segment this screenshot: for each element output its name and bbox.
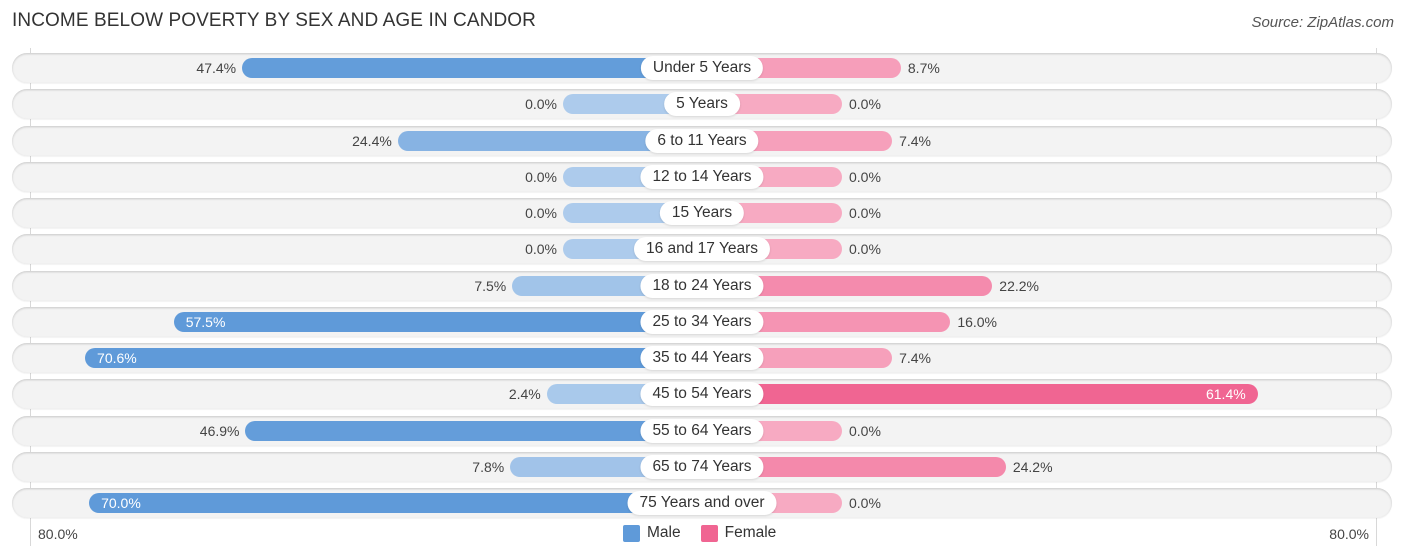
- female-value-label: 0.0%: [849, 205, 881, 221]
- female-value-label: 0.0%: [849, 422, 881, 439]
- female-value-label: 22.2%: [999, 277, 1039, 294]
- female-value-label: 61.4%: [1205, 386, 1246, 403]
- category-label: 45 to 54 Years: [640, 382, 764, 407]
- legend-swatch-female: [700, 524, 718, 542]
- category-label: 6 to 11 Years: [645, 128, 759, 153]
- category-label: 16 and 17 Years: [633, 237, 771, 262]
- male-bar[interactable]: [245, 420, 702, 441]
- female-value-label: 8.7%: [907, 60, 940, 76]
- chart-title: INCOME BELOW POVERTY BY SEX AND AGE IN C…: [12, 10, 536, 31]
- female-value-label: 0.0%: [849, 96, 881, 113]
- male-value-label: 7.8%: [472, 458, 505, 475]
- male-bar[interactable]: [242, 58, 702, 78]
- category-label: Under 5 Years: [640, 56, 764, 80]
- source-credit: Source: ZipAtlas.com: [1251, 14, 1394, 31]
- male-value-label: 2.4%: [508, 386, 541, 403]
- category-label: 25 to 34 Years: [640, 309, 764, 334]
- legend-item-male[interactable]: Male: [623, 524, 681, 542]
- female-value-label: 24.2%: [1012, 458, 1053, 475]
- male-bar[interactable]: [89, 493, 702, 513]
- legend-swatch-male: [623, 524, 640, 542]
- female-bar[interactable]: [702, 384, 1258, 405]
- legend-label-female: Female: [724, 524, 777, 541]
- category-label: 5 Years: [664, 92, 740, 117]
- male-value-label: 57.5%: [185, 313, 226, 330]
- female-value-label: 0.0%: [849, 495, 881, 511]
- right-axis-label: 80.0%: [1329, 526, 1369, 542]
- category-label: 75 Years and over: [627, 491, 777, 515]
- male-value-label: 0.0%: [525, 96, 557, 113]
- category-label: 18 to 24 Years: [640, 273, 764, 298]
- legend-label-male: Male: [647, 524, 681, 541]
- male-value-label: 70.6%: [97, 350, 137, 366]
- male-value-label: 70.0%: [101, 495, 141, 511]
- female-value-label: 16.0%: [957, 313, 998, 330]
- legend: Male Female: [623, 524, 796, 542]
- male-value-label: 0.0%: [525, 205, 557, 221]
- male-value-label: 7.5%: [474, 277, 507, 294]
- male-value-label: 47.4%: [196, 60, 237, 76]
- male-bar[interactable]: [173, 311, 702, 332]
- male-value-label: 0.0%: [525, 168, 557, 185]
- female-value-label: 0.0%: [849, 241, 881, 258]
- female-value-label: 7.4%: [899, 350, 932, 366]
- male-value-label: 46.9%: [199, 422, 240, 439]
- male-value-label: 24.4%: [352, 132, 392, 149]
- female-value-label: 7.4%: [899, 132, 932, 149]
- category-label: 15 Years: [659, 201, 745, 225]
- category-label: 12 to 14 Years: [640, 164, 764, 189]
- male-value-label: 0.0%: [525, 241, 557, 258]
- category-label: 65 to 74 Years: [640, 454, 764, 479]
- category-label: 55 to 64 Years: [640, 418, 764, 443]
- left-axis-label: 80.0%: [38, 526, 78, 542]
- category-label: 35 to 44 Years: [640, 346, 764, 370]
- male-bar[interactable]: [85, 348, 702, 368]
- female-value-label: 0.0%: [849, 168, 881, 185]
- legend-item-female[interactable]: Female: [700, 524, 777, 542]
